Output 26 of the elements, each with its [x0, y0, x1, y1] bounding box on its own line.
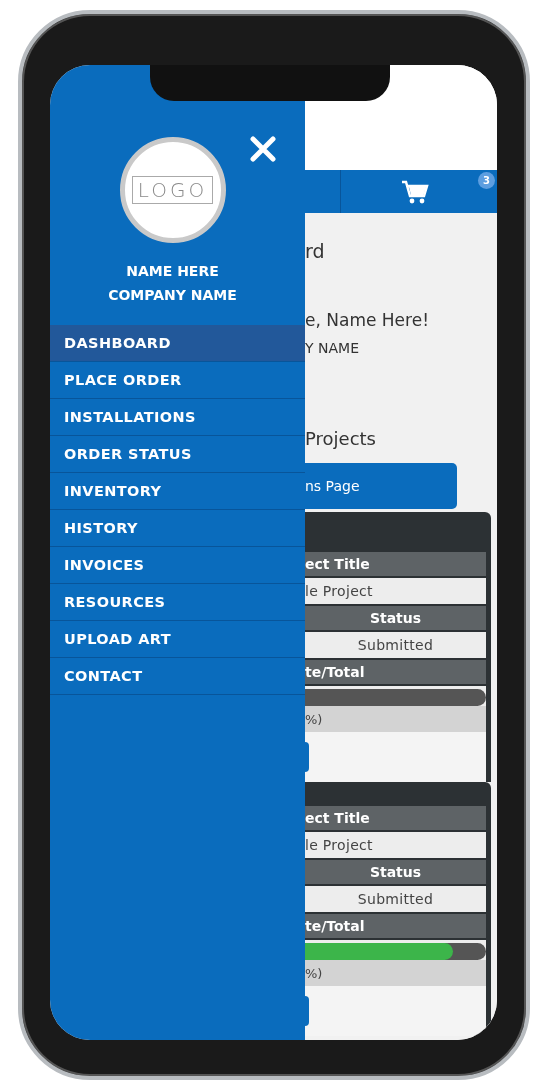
- greeting-text: e, Name Here!: [305, 310, 430, 330]
- card-button[interactable]: [305, 742, 309, 772]
- user-name: NAME HERE: [126, 263, 219, 279]
- column-header: te/Total: [305, 914, 486, 938]
- section-title: Projects: [305, 428, 377, 449]
- close-icon[interactable]: [249, 135, 277, 163]
- cart-icon[interactable]: [401, 180, 429, 206]
- column-header: Status: [305, 606, 486, 630]
- column-header: te/Total: [305, 660, 486, 684]
- company-name: Y NAME: [305, 340, 360, 356]
- percent-text: %): [305, 960, 486, 986]
- percent-text: %): [305, 706, 486, 732]
- cart-badge: 3: [478, 172, 495, 189]
- menu-item[interactable]: DASHBOARD: [50, 325, 305, 362]
- project-title: le Project: [305, 832, 486, 858]
- logo-text: LOGO: [131, 176, 214, 204]
- column-header: ect Title: [305, 552, 486, 576]
- projects-page-button[interactable]: ns Page: [305, 463, 457, 509]
- project-status: Submitted: [305, 886, 486, 912]
- page-title: rd: [305, 240, 326, 262]
- column-header: ect Title: [305, 806, 486, 830]
- project-status: Submitted: [305, 632, 486, 658]
- company-name: COMPANY NAME: [108, 287, 237, 303]
- card-button[interactable]: [305, 996, 309, 1026]
- project-title: le Project: [305, 578, 486, 604]
- column-header: Status: [305, 860, 486, 884]
